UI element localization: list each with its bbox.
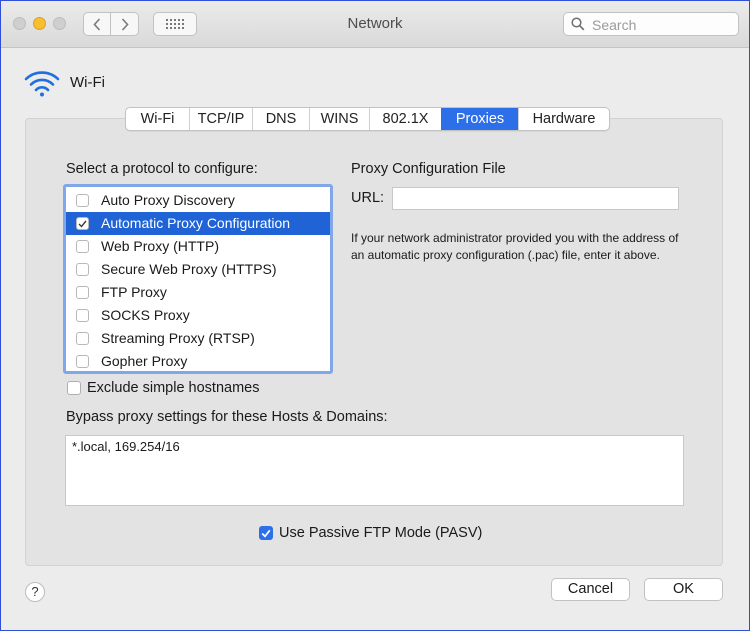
protocol-label: Streaming Proxy (RTSP) xyxy=(101,330,255,346)
protocol-label: Web Proxy (HTTP) xyxy=(101,238,219,254)
protocol-label: FTP Proxy xyxy=(101,284,167,300)
protocol-checkbox[interactable] xyxy=(76,332,89,345)
protocol-heading: Select a protocol to configure: xyxy=(66,161,258,177)
tab-proxies[interactable]: Proxies xyxy=(441,108,518,130)
ok-button[interactable]: OK xyxy=(644,578,723,601)
protocol-item[interactable]: Secure Web Proxy (HTTPS) xyxy=(66,258,330,281)
protocol-item[interactable]: Gopher Proxy xyxy=(66,350,330,371)
tab-dns[interactable]: DNS xyxy=(252,108,309,130)
protocol-list[interactable]: Auto Proxy Discovery Automatic Proxy Con… xyxy=(63,184,333,374)
checkmark-icon xyxy=(78,220,87,228)
protocol-item[interactable]: FTP Proxy xyxy=(66,281,330,304)
config-help-text: If your network administrator provided y… xyxy=(351,231,679,262)
tab-8021x[interactable]: 802.1X xyxy=(369,108,441,130)
help-button[interactable]: ? xyxy=(25,582,45,602)
protocol-label: SOCKS Proxy xyxy=(101,307,190,323)
tab-tcpip[interactable]: TCP/IP xyxy=(189,108,252,130)
protocol-label: Gopher Proxy xyxy=(101,353,188,369)
protocol-checkbox[interactable] xyxy=(76,309,89,322)
bypass-hosts-textarea[interactable]: *.local, 169.254/16 xyxy=(65,435,684,506)
cancel-button[interactable]: Cancel xyxy=(551,578,630,601)
tab-bar: Wi-Fi TCP/IP DNS WINS 802.1X Proxies Har… xyxy=(125,107,610,131)
protocol-checkbox[interactable] xyxy=(76,286,89,299)
url-label: URL: xyxy=(351,190,385,206)
protocol-checkbox[interactable] xyxy=(76,194,89,207)
tab-wins[interactable]: WINS xyxy=(309,108,369,130)
title-bar: Network xyxy=(1,1,749,48)
protocol-label: Auto Proxy Discovery xyxy=(101,192,235,208)
checkmark-icon xyxy=(261,529,271,538)
protocol-item[interactable]: SOCKS Proxy xyxy=(66,304,330,327)
protocol-checkbox[interactable] xyxy=(76,217,89,230)
protocol-item[interactable]: Automatic Proxy Configuration xyxy=(66,212,330,235)
bypass-label: Bypass proxy settings for these Hosts & … xyxy=(66,409,388,425)
passive-ftp-checkbox[interactable] xyxy=(259,526,273,540)
network-preferences-window: Network Wi-Fi Wi-Fi TCP/IP DNS WINS 802.… xyxy=(0,0,750,631)
protocol-item[interactable]: Web Proxy (HTTP) xyxy=(66,235,330,258)
protocol-checkbox[interactable] xyxy=(76,263,89,276)
search-icon xyxy=(571,17,585,31)
protocol-label: Secure Web Proxy (HTTPS) xyxy=(101,261,277,277)
tab-hardware[interactable]: Hardware xyxy=(518,108,609,130)
interface-name: Wi-Fi xyxy=(70,74,105,91)
wifi-icon xyxy=(24,71,60,97)
url-input[interactable] xyxy=(392,187,679,210)
protocol-item[interactable]: Streaming Proxy (RTSP) xyxy=(66,327,330,350)
exclude-simple-label: Exclude simple hostnames xyxy=(87,380,260,396)
protocol-checkbox[interactable] xyxy=(76,355,89,368)
search-field[interactable] xyxy=(563,12,739,36)
config-file-heading: Proxy Configuration File xyxy=(351,161,506,177)
tab-wifi[interactable]: Wi-Fi xyxy=(126,108,189,130)
protocol-checkbox[interactable] xyxy=(76,240,89,253)
passive-ftp-label: Use Passive FTP Mode (PASV) xyxy=(279,525,483,541)
exclude-simple-checkbox[interactable] xyxy=(67,381,81,395)
search-input[interactable] xyxy=(590,15,734,35)
protocol-item[interactable]: Auto Proxy Discovery xyxy=(66,189,330,212)
protocol-label: Automatic Proxy Configuration xyxy=(101,215,291,231)
